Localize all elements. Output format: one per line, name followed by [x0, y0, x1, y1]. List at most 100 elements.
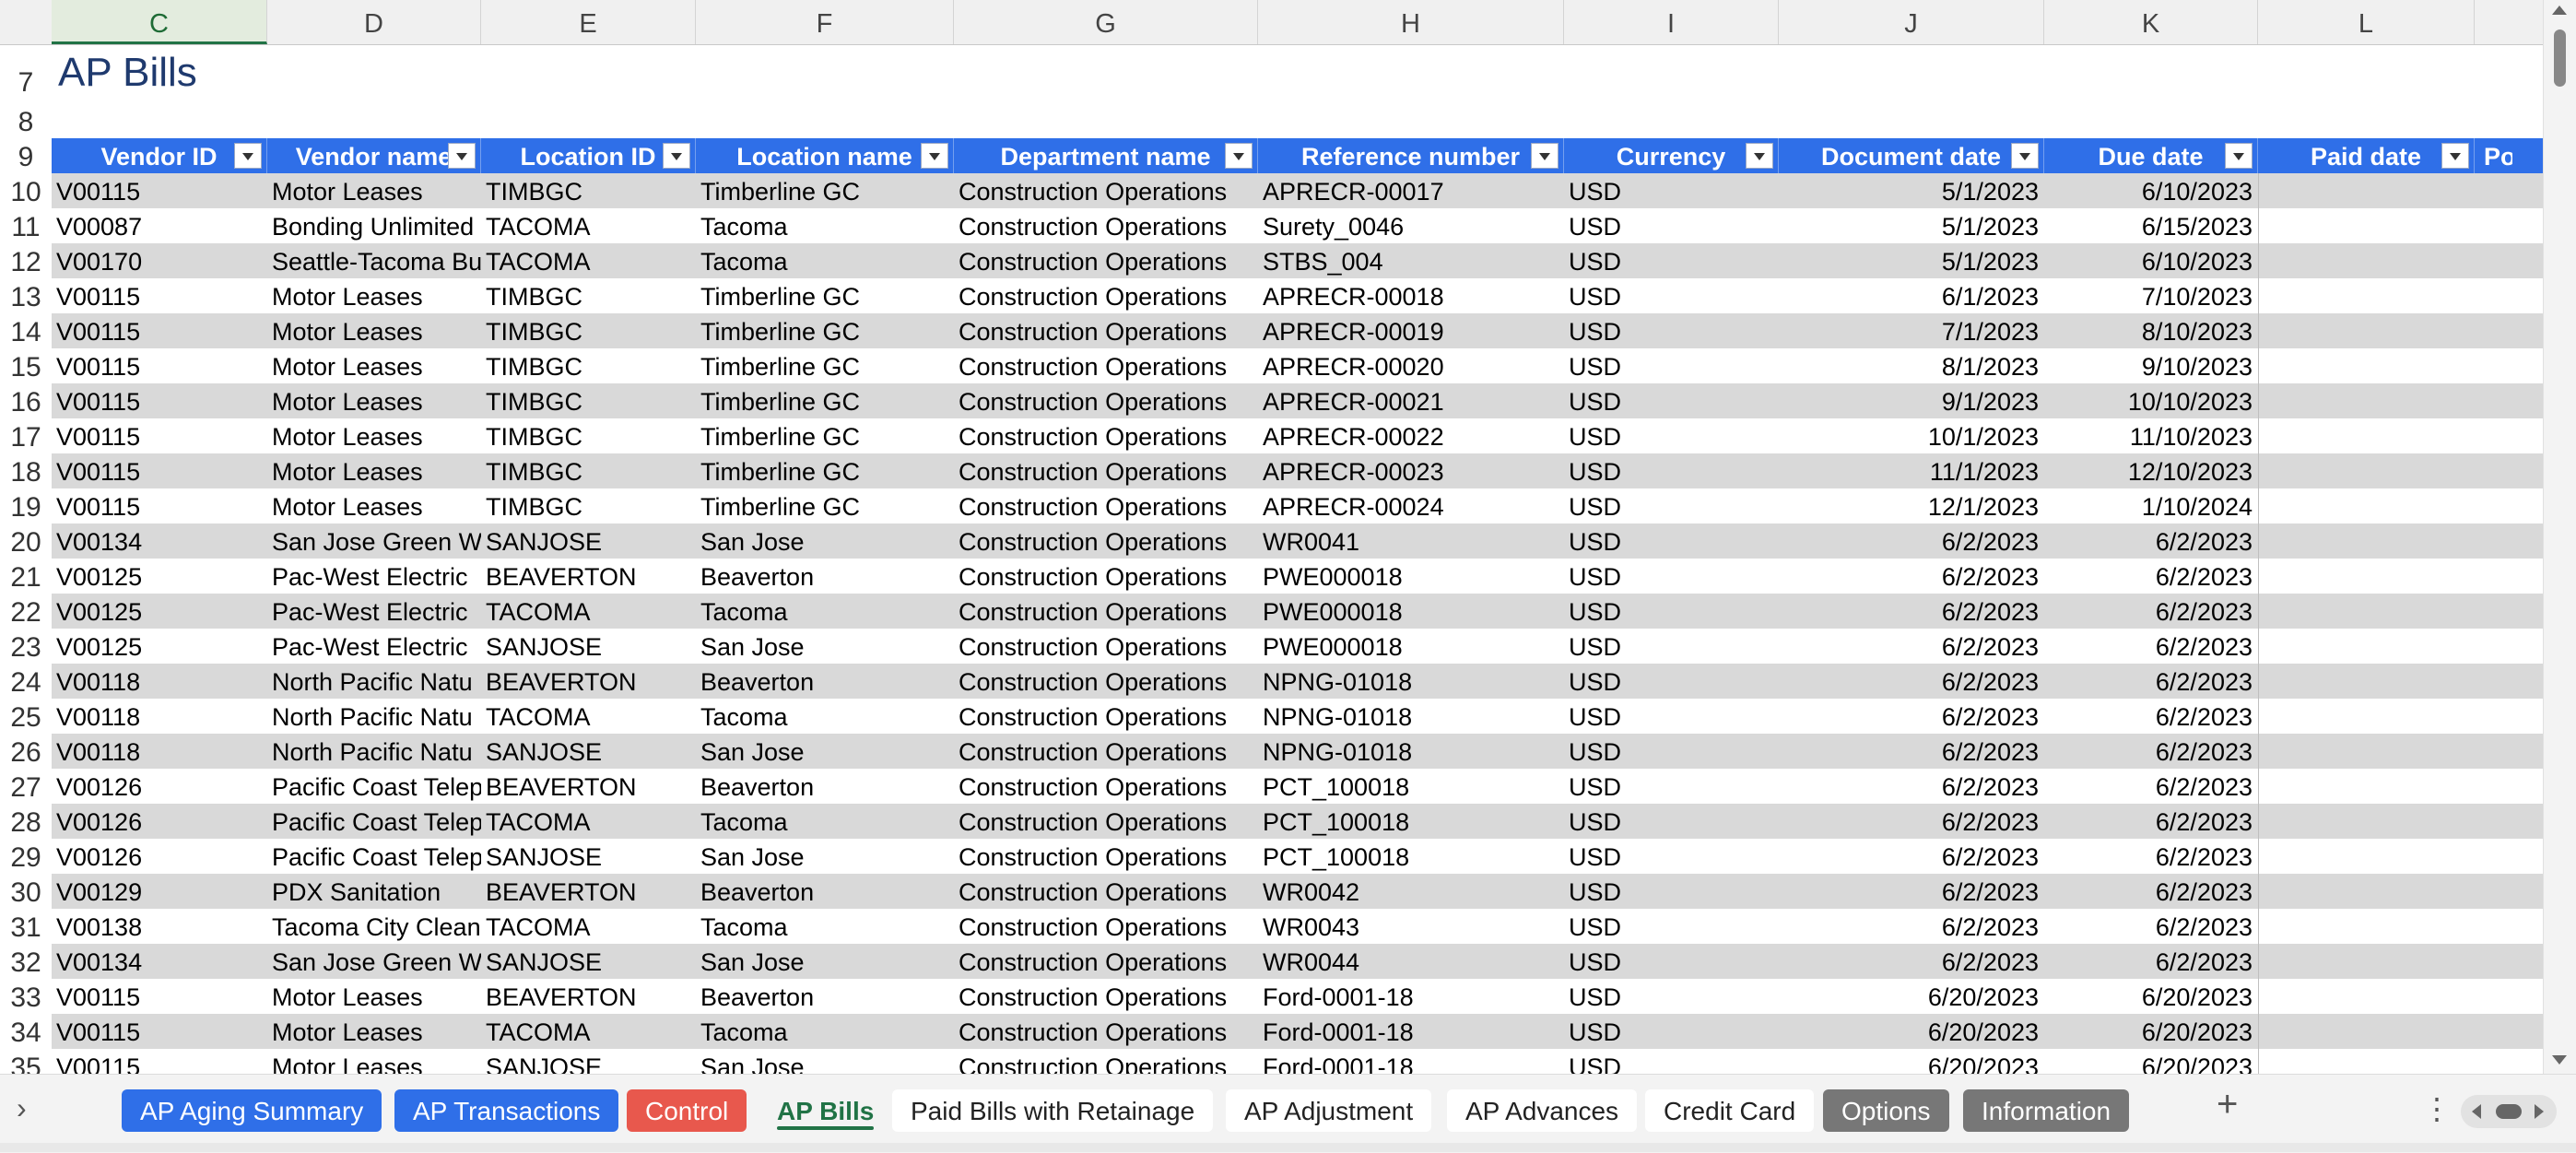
table-cell[interactable]: 6/10/2023	[2044, 173, 2258, 208]
table-cell[interactable]: V00126	[52, 804, 267, 839]
table-cell[interactable]: 6/2/2023	[1779, 839, 2044, 874]
sheet-tab-ap-advances[interactable]: AP Advances	[1447, 1089, 1638, 1132]
table-cell[interactable]: STBS_004	[1258, 243, 1564, 278]
table-cell[interactable]: SANJOSE	[481, 524, 696, 559]
table-cell[interactable]: USD	[1564, 839, 1779, 874]
row-number[interactable]: 27	[0, 769, 52, 804]
table-cell[interactable]: 6/1/2023	[1779, 278, 2044, 313]
table-cell[interactable]: Pac-West Electric	[267, 629, 481, 664]
table-cell[interactable]: San Jose	[696, 1049, 954, 1074]
table-cell[interactable]: TIMBGC	[481, 488, 696, 524]
sheet-tab-options[interactable]: Options	[1823, 1089, 1949, 1132]
table-cell[interactable]: Beaverton	[696, 769, 954, 804]
table-cell[interactable]: 6/2/2023	[1779, 559, 2044, 594]
row-number[interactable]: 28	[0, 804, 52, 839]
table-cell[interactable]: NPNG-01018	[1258, 699, 1564, 734]
table-cell[interactable]: USD	[1564, 699, 1779, 734]
table-cell[interactable]: Timberline GC	[696, 348, 954, 383]
table-cell[interactable]: 10/1/2023	[1779, 418, 2044, 453]
column-header-e[interactable]: E	[481, 0, 696, 44]
column-header-cell[interactable]: Document date	[1779, 138, 2044, 173]
table-cell[interactable]: V00129	[52, 874, 267, 909]
table-cell[interactable]: USD	[1564, 909, 1779, 944]
table-cell[interactable]: 6/2/2023	[2044, 734, 2258, 769]
row-number[interactable]: 16	[0, 383, 52, 418]
table-cell[interactable]: V00115	[52, 979, 267, 1014]
row-number[interactable]: 34	[0, 1014, 52, 1049]
table-cell[interactable]: Beaverton	[696, 979, 954, 1014]
table-cell[interactable]: Bonding Unlimited	[267, 208, 481, 243]
column-header-h[interactable]: H	[1258, 0, 1564, 44]
table-cell[interactable]: Pac-West Electric	[267, 559, 481, 594]
table-cell[interactable]: USD	[1564, 1049, 1779, 1074]
column-header-cell[interactable]: Reference number	[1258, 138, 1564, 173]
table-cell[interactable]: TIMBGC	[481, 313, 696, 348]
table-cell[interactable]: USD	[1564, 313, 1779, 348]
table-cell[interactable]	[2258, 734, 2475, 769]
table-cell[interactable]: APRECR-00019	[1258, 313, 1564, 348]
table-cell[interactable]: USD	[1564, 1014, 1779, 1049]
table-cell[interactable]: USD	[1564, 173, 1779, 208]
add-sheet-icon[interactable]: +	[2217, 1084, 2238, 1125]
table-cell[interactable]: Pacific Coast Telep	[267, 769, 481, 804]
table-cell[interactable]: USD	[1564, 383, 1779, 418]
table-cell[interactable]: Construction Operations	[954, 559, 1258, 594]
table-cell[interactable]: V00087	[52, 208, 267, 243]
filter-dropdown-icon[interactable]	[2225, 143, 2253, 169]
table-cell[interactable]: TIMBGC	[481, 173, 696, 208]
table-cell[interactable]: SANJOSE	[481, 944, 696, 979]
table-cell[interactable]: USD	[1564, 524, 1779, 559]
sheet-tab-ap-aging-summary[interactable]: AP Aging Summary	[122, 1089, 382, 1132]
table-cell[interactable]	[2258, 313, 2475, 348]
table-cell[interactable]: 6/2/2023	[1779, 594, 2044, 629]
table-cell[interactable]: 5/1/2023	[1779, 173, 2044, 208]
table-cell[interactable]: North Pacific Natu	[267, 734, 481, 769]
table-cell[interactable]: 6/2/2023	[2044, 629, 2258, 664]
table-cell[interactable]: USD	[1564, 278, 1779, 313]
table-cell[interactable]: 6/2/2023	[2044, 664, 2258, 699]
tab-scroll-thumb[interactable]	[2496, 1104, 2522, 1119]
filter-dropdown-icon[interactable]	[921, 143, 948, 169]
sheet-tab-credit-card[interactable]: Credit Card	[1645, 1089, 1815, 1132]
table-cell[interactable]: Timberline GC	[696, 383, 954, 418]
table-cell[interactable]: 5/1/2023	[1779, 208, 2044, 243]
table-cell[interactable]: V00125	[52, 629, 267, 664]
table-cell[interactable]	[2258, 488, 2475, 524]
table-cell[interactable]: 6/2/2023	[1779, 699, 2044, 734]
table-cell[interactable]: Tacoma	[696, 699, 954, 734]
table-cell[interactable]: 6/2/2023	[1779, 734, 2044, 769]
table-cell[interactable]: 11/10/2023	[2044, 418, 2258, 453]
table-cell[interactable]: Motor Leases	[267, 453, 481, 488]
table-cell[interactable]: TIMBGC	[481, 278, 696, 313]
table-cell[interactable]: USD	[1564, 559, 1779, 594]
scroll-up-icon[interactable]	[2552, 6, 2567, 15]
table-cell[interactable]: 6/2/2023	[2044, 769, 2258, 804]
table-cell[interactable]: PCT_100018	[1258, 839, 1564, 874]
column-header-cell[interactable]: Vendor name	[267, 138, 481, 173]
table-cell[interactable]: V00134	[52, 524, 267, 559]
row-number[interactable]: 20	[0, 524, 52, 559]
table-cell[interactable]: 6/2/2023	[1779, 524, 2044, 559]
row-number[interactable]: 14	[0, 313, 52, 348]
table-cell[interactable]: V00126	[52, 839, 267, 874]
table-cell[interactable]: SANJOSE	[481, 629, 696, 664]
table-cell[interactable]: 5/1/2023	[1779, 243, 2044, 278]
table-cell[interactable]: Construction Operations	[954, 1014, 1258, 1049]
table-cell[interactable]: 12/10/2023	[2044, 453, 2258, 488]
row-number[interactable]: 23	[0, 629, 52, 664]
table-cell[interactable]: 6/2/2023	[2044, 804, 2258, 839]
table-cell[interactable]: Tacoma	[696, 208, 954, 243]
table-cell[interactable]: V00125	[52, 594, 267, 629]
table-cell[interactable]: Tacoma	[696, 1014, 954, 1049]
table-cell[interactable]: 6/20/2023	[2044, 1014, 2258, 1049]
table-cell[interactable]: Construction Operations	[954, 278, 1258, 313]
table-cell[interactable]: Tacoma	[696, 804, 954, 839]
row-number[interactable]: 17	[0, 418, 52, 453]
table-cell[interactable]: Construction Operations	[954, 839, 1258, 874]
table-cell[interactable]: APRECR-00022	[1258, 418, 1564, 453]
table-cell[interactable]: 6/2/2023	[1779, 944, 2044, 979]
table-cell[interactable]: 1/10/2024	[2044, 488, 2258, 524]
table-cell[interactable]: USD	[1564, 664, 1779, 699]
table-cell[interactable]: Timberline GC	[696, 418, 954, 453]
table-cell[interactable]: Beaverton	[696, 874, 954, 909]
